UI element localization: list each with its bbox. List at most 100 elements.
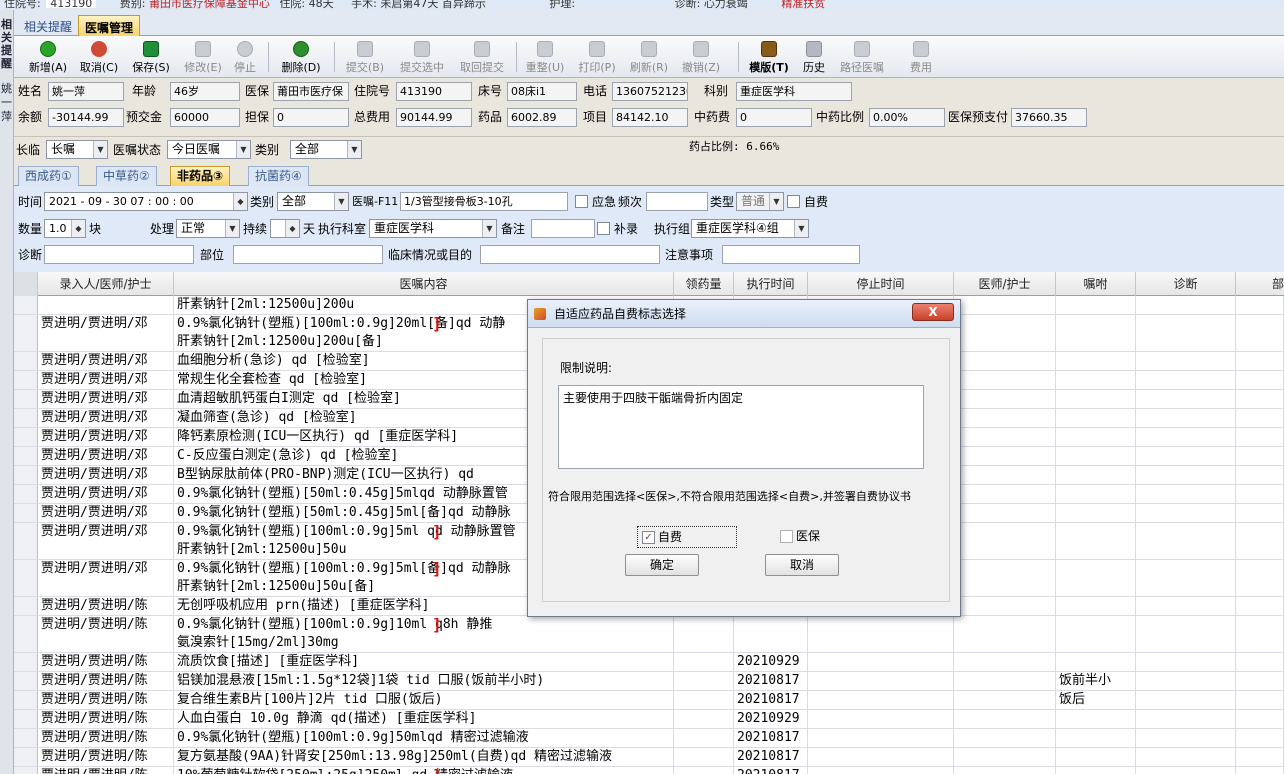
qty-spinner[interactable]: 1.0 ◆ bbox=[44, 219, 86, 238]
time-picker[interactable]: 2021 - 09 - 30 07 : 00 : 00 ◆ bbox=[44, 192, 248, 211]
cell-instruction[interactable] bbox=[1056, 560, 1136, 596]
cell-doctor-nurse[interactable] bbox=[954, 653, 1056, 671]
cell-site[interactable] bbox=[1236, 653, 1284, 671]
row-indicator[interactable] bbox=[14, 447, 38, 465]
cell-person[interactable]: 贾进明/贾进明/邓 bbox=[38, 371, 174, 389]
cell-person[interactable]: 贾进明/贾进明/陈 bbox=[38, 597, 174, 615]
cell-doctor-nurse[interactable] bbox=[954, 748, 1056, 766]
left-rail[interactable]: 相 关 提 醒 姚 一 萍 bbox=[0, 10, 14, 774]
freq-input[interactable] bbox=[646, 192, 708, 211]
cell-diagnosis[interactable] bbox=[1136, 466, 1236, 484]
cell-dispense[interactable] bbox=[674, 672, 734, 690]
longterm-select[interactable]: 长嘱 ▼ bbox=[46, 140, 108, 159]
row-indicator[interactable] bbox=[14, 672, 38, 690]
cell-site[interactable] bbox=[1236, 691, 1284, 709]
row-indicator[interactable] bbox=[14, 296, 38, 314]
cell-person[interactable]: 贾进明/贾进明/邓 bbox=[38, 504, 174, 522]
cell-diagnosis[interactable] bbox=[1136, 428, 1236, 446]
table-row[interactable]: 贾进明/贾进明/陈 复方氨基酸(9AA)针肾安[250ml:13.98g]250m… bbox=[14, 748, 1284, 767]
cell-diagnosis[interactable] bbox=[1136, 504, 1236, 522]
pathway-button[interactable]: 路径医嘱 bbox=[834, 39, 890, 75]
cell-doctor-nurse[interactable] bbox=[954, 504, 1056, 522]
cell-exec-time[interactable]: 20210817 bbox=[734, 691, 808, 709]
cell-content[interactable]: 复方氨基酸(9AA)针肾安[250ml:13.98g]250ml(自费)qd 精… bbox=[174, 748, 674, 766]
template-button[interactable]: 模版(T) bbox=[746, 39, 792, 75]
cell-content[interactable]: 人血白蛋白 10.0g 静滴 qd(描述) [重症医学科] bbox=[174, 710, 674, 728]
close-button[interactable]: X bbox=[912, 303, 954, 321]
bed-field[interactable]: 08床i1 bbox=[507, 82, 577, 101]
cell-doctor-nurse[interactable] bbox=[954, 447, 1056, 465]
cell-doctor-nurse[interactable] bbox=[954, 428, 1056, 446]
cell-diagnosis[interactable] bbox=[1136, 710, 1236, 728]
col-header-person[interactable]: 录入人/医师/护士 bbox=[38, 272, 174, 296]
col-header-dispense[interactable]: 领药量 bbox=[674, 272, 734, 296]
col-header-doctor-nurse[interactable]: 医师/护士 bbox=[954, 272, 1056, 296]
cell-instruction[interactable] bbox=[1056, 616, 1136, 652]
cell-diagnosis[interactable] bbox=[1136, 767, 1236, 774]
tab-order-management[interactable]: 医嘱管理 bbox=[78, 15, 141, 36]
cell-instruction[interactable] bbox=[1056, 371, 1136, 389]
col-header-diagnosis[interactable]: 诊断 bbox=[1136, 272, 1236, 296]
cell-site[interactable] bbox=[1236, 616, 1284, 652]
cell-site[interactable] bbox=[1236, 485, 1284, 503]
cell-person[interactable]: 贾进明/贾进明/陈 bbox=[38, 748, 174, 766]
cell-person[interactable]: 贾进明/贾进明/邓 bbox=[38, 390, 174, 408]
cell-exec-time[interactable]: 20210929 bbox=[734, 653, 808, 671]
cell-person[interactable]: 贾进明/贾进明/陈 bbox=[38, 616, 174, 652]
row-indicator[interactable] bbox=[14, 616, 38, 652]
cell-instruction[interactable] bbox=[1056, 447, 1136, 465]
cell-person[interactable]: 贾进明/贾进明/邓 bbox=[38, 352, 174, 370]
row-indicator[interactable] bbox=[14, 352, 38, 370]
cell-doctor-nurse[interactable] bbox=[954, 616, 1056, 652]
row-indicator[interactable] bbox=[14, 390, 38, 408]
supplement-checkbox[interactable] bbox=[597, 222, 610, 235]
cell-doctor-nurse[interactable] bbox=[954, 710, 1056, 728]
cell-diagnosis[interactable] bbox=[1136, 560, 1236, 596]
cell-doctor-nurse[interactable] bbox=[954, 352, 1056, 370]
regroup-button[interactable]: 重整(U) bbox=[522, 39, 568, 75]
cell-site[interactable] bbox=[1236, 597, 1284, 615]
cell-instruction[interactable] bbox=[1056, 748, 1136, 766]
cell-person[interactable]: 贾进明/贾进明/邓 bbox=[38, 409, 174, 427]
age-field[interactable]: 46岁 bbox=[170, 82, 240, 101]
cell-diagnosis[interactable] bbox=[1136, 371, 1236, 389]
balance-field[interactable]: -30144.99 bbox=[48, 108, 124, 127]
cell-site[interactable] bbox=[1236, 560, 1284, 596]
cell-site[interactable] bbox=[1236, 390, 1284, 408]
restrict-textbox[interactable]: 主要使用于四肢干骺端骨折内固定 bbox=[558, 385, 924, 469]
cell-doctor-nurse[interactable] bbox=[954, 767, 1056, 774]
cell-person[interactable]: 贾进明/贾进明/陈 bbox=[38, 710, 174, 728]
row-indicator[interactable] bbox=[14, 485, 38, 503]
cell-person[interactable]: 贾进明/贾进明/陈 bbox=[38, 691, 174, 709]
cell-person[interactable]: 贾进明/贾进明/陈 bbox=[38, 653, 174, 671]
type-select[interactable]: 普通 ▼ bbox=[736, 192, 784, 211]
cell-person[interactable]: 贾进明/贾进明/陈 bbox=[38, 767, 174, 774]
cell-content[interactable]: 铝镁加混悬液[15ml:1.5g*12袋]1袋 tid 口服(饭前半小时) bbox=[174, 672, 674, 690]
selfpay-checkbox[interactable] bbox=[787, 195, 800, 208]
category-select[interactable]: 全部 ▼ bbox=[290, 140, 362, 159]
cell-site[interactable] bbox=[1236, 466, 1284, 484]
cell-site[interactable] bbox=[1236, 729, 1284, 747]
new-button[interactable]: 新增(A) bbox=[24, 39, 72, 75]
status-select[interactable]: 今日医嘱 ▼ bbox=[167, 140, 251, 159]
tab-related-reminders[interactable]: 相关提醒 bbox=[18, 15, 78, 36]
selfpay-option[interactable]: ✓ 自费 bbox=[637, 526, 737, 548]
row-indicator[interactable] bbox=[14, 466, 38, 484]
cell-diagnosis[interactable] bbox=[1136, 616, 1236, 652]
cell-site[interactable] bbox=[1236, 352, 1284, 370]
cell-diagnosis[interactable] bbox=[1136, 729, 1236, 747]
cell-exec-time[interactable]: 20210817 bbox=[734, 672, 808, 690]
confirm-button[interactable]: 确定 bbox=[625, 554, 699, 576]
cell-doctor-nurse[interactable] bbox=[954, 390, 1056, 408]
row-indicator[interactable] bbox=[14, 560, 38, 596]
cell-person[interactable]: 贾进明/贾进明/邓 bbox=[38, 466, 174, 484]
cell-instruction[interactable] bbox=[1056, 485, 1136, 503]
cell-stop-time[interactable] bbox=[808, 748, 954, 766]
cell-dispense[interactable] bbox=[674, 767, 734, 774]
cell-person[interactable]: 贾进明/贾进明/邓 bbox=[38, 447, 174, 465]
cell-diagnosis[interactable] bbox=[1136, 523, 1236, 559]
cell-content[interactable]: 复合维生素B片[100片]2片 tid 口服(饭后) bbox=[174, 691, 674, 709]
cell-exec-time[interactable] bbox=[734, 616, 808, 652]
cell-dispense[interactable] bbox=[674, 729, 734, 747]
cell-stop-time[interactable] bbox=[808, 767, 954, 774]
